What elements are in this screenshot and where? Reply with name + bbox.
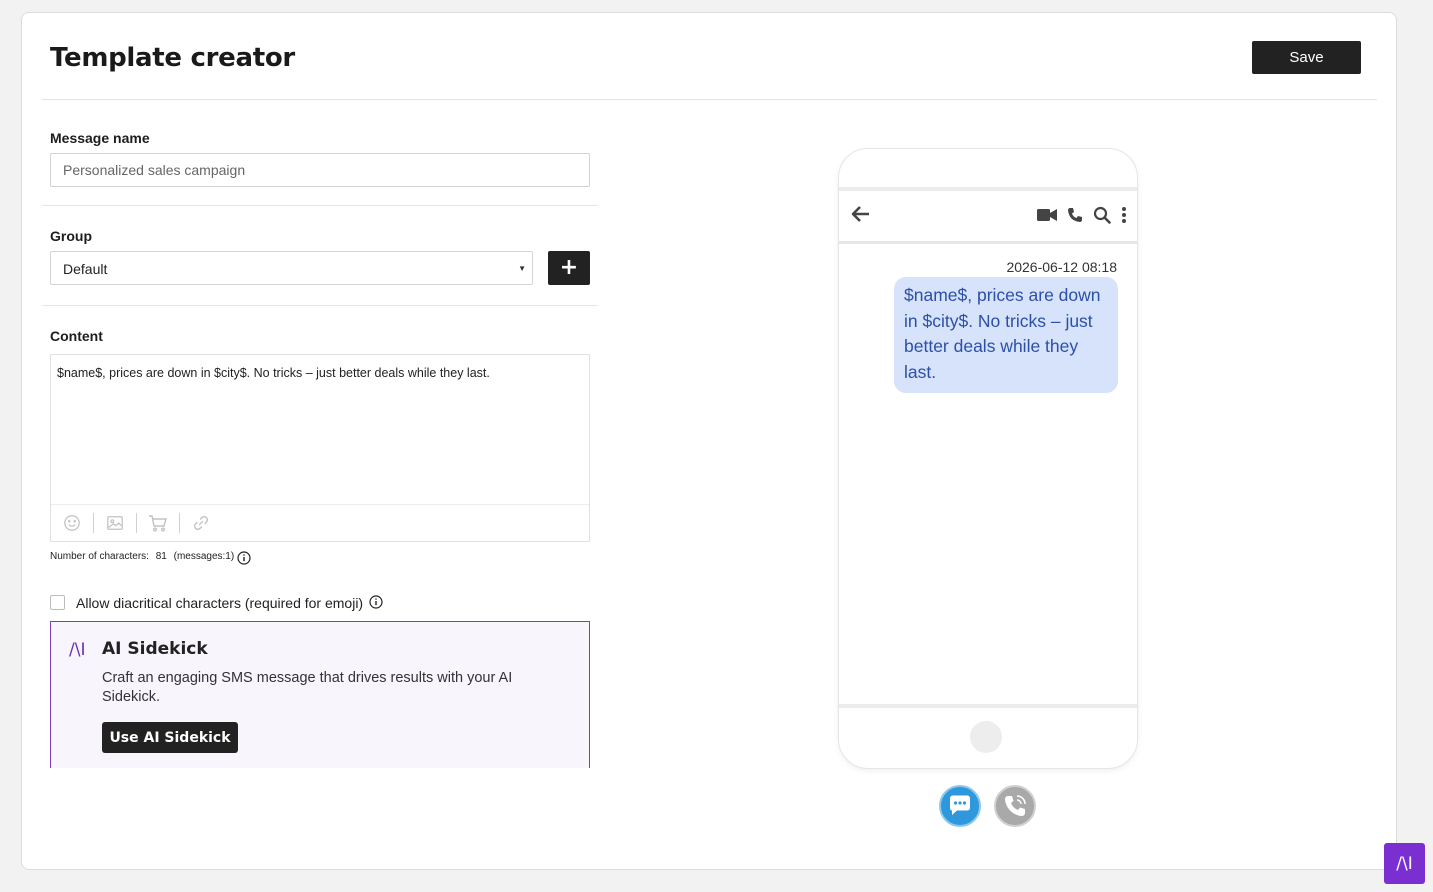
phone-bottom-band [839, 704, 1137, 708]
phone-top-bar [839, 191, 1137, 244]
char-count-messages: (messages:1) [173, 551, 235, 562]
plus-icon: + [559, 255, 579, 280]
ai-sidekick-panel: /\I AI Sidekick Craft an engaging SMS me… [50, 621, 590, 768]
video-icon[interactable] [1037, 208, 1057, 222]
message-name-label: Message name [50, 130, 150, 146]
use-ai-sidekick-button[interactable]: Use AI Sidekick [102, 722, 238, 753]
ai-assistant-floating-button[interactable]: /\I [1384, 843, 1425, 884]
message-name-input[interactable] [50, 153, 590, 187]
emoji-icon[interactable] [61, 512, 83, 534]
phone-icon[interactable] [1067, 207, 1083, 223]
char-count-value: 81 [155, 551, 167, 562]
char-count-label: Number of characters: [50, 551, 149, 562]
header-divider [42, 99, 1377, 100]
template-creator-card: Template creator Save Message name Group… [21, 12, 1397, 870]
ai-sidekick-logo-icon: /\I [69, 640, 86, 660]
toolbar-divider [136, 513, 137, 533]
toolbar-divider [179, 513, 180, 533]
character-count: Number of characters: 81 (messages:1) [50, 551, 238, 562]
sms-mode-icon[interactable] [939, 785, 981, 827]
save-button[interactable]: Save [1252, 41, 1361, 74]
image-icon[interactable] [104, 512, 126, 534]
search-icon[interactable] [1093, 206, 1111, 224]
phone-preview: 2026-06-12 08:18 $name$, prices are down… [838, 148, 1138, 769]
content-label: Content [50, 328, 103, 344]
group-select-value: Default [63, 261, 108, 277]
ai-sidekick-description: Craft an engaging SMS message that drive… [102, 670, 513, 705]
phone-home-button[interactable] [970, 721, 1002, 753]
group-select[interactable]: Default ▼ [50, 251, 533, 285]
group-label: Group [50, 228, 92, 244]
diacritics-checkbox[interactable] [50, 595, 65, 610]
add-group-button[interactable]: + [548, 251, 590, 285]
content-editor[interactable]: $name$, prices are down in $city$. No tr… [50, 354, 590, 542]
message-timestamp: 2026-06-12 08:18 [1006, 259, 1117, 275]
caret-down-icon: ▼ [518, 264, 526, 273]
section-divider [42, 205, 598, 206]
message-bubble: $name$, prices are down in $city$. No tr… [894, 277, 1118, 393]
cart-icon[interactable] [147, 512, 169, 534]
info-icon[interactable] [237, 551, 251, 565]
back-arrow-icon[interactable] [851, 205, 871, 228]
section-divider [42, 305, 598, 306]
toolbar-divider [93, 513, 94, 533]
info-icon[interactable] [369, 595, 383, 609]
page-title: Template creator [50, 43, 295, 73]
ai-sidekick-title: AI Sidekick [102, 639, 208, 659]
call-mode-icon[interactable] [994, 785, 1036, 827]
diacritics-label: Allow diacritical characters (required f… [76, 595, 364, 611]
link-icon[interactable] [190, 512, 212, 534]
content-toolbar [51, 504, 589, 541]
content-textarea[interactable]: $name$, prices are down in $city$. No tr… [57, 365, 581, 381]
more-vertical-icon[interactable] [1121, 206, 1127, 224]
phone-bar-actions [1037, 206, 1127, 224]
